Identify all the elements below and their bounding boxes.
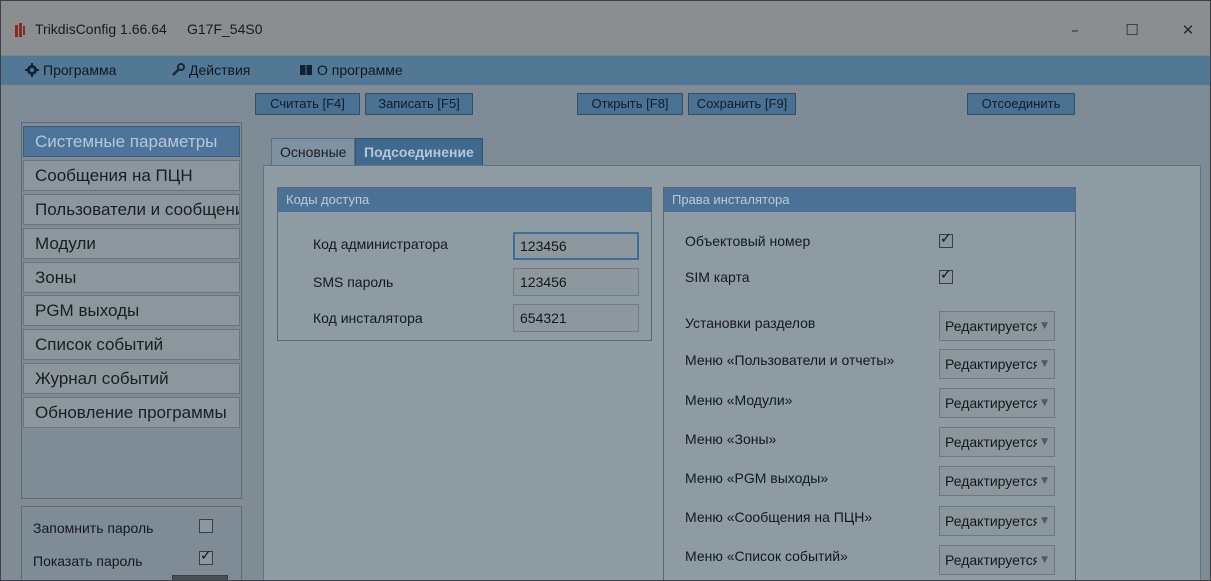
password-options-panel: Запомнить пароль Показать пароль ✓ bbox=[21, 506, 242, 580]
sim-card-checkbox[interactable]: ✓ bbox=[939, 267, 953, 284]
sidebar-item-event-log[interactable]: Журнал событий bbox=[23, 363, 240, 394]
disconnect-button[interactable]: Отсоединить bbox=[967, 93, 1075, 115]
sim-card-label: SIM карта bbox=[685, 269, 750, 285]
modules-menu-label: Меню «Модули» bbox=[685, 392, 793, 408]
users-reports-menu-select[interactable]: Редактируется ▼ bbox=[939, 349, 1055, 379]
cms-messages-menu-label: Меню «Сообщения на ПЦН» bbox=[685, 509, 873, 525]
zones-menu-value: Редактируется bbox=[945, 434, 1037, 450]
sidebar-item-firmware-update[interactable]: Обновление программы bbox=[23, 397, 240, 428]
event-list-menu-select[interactable]: Редактируется ▼ bbox=[939, 545, 1055, 575]
menu-about-label: О программе bbox=[317, 62, 403, 78]
object-number-label: Объектовый номер bbox=[685, 233, 811, 249]
chevron-down-icon: ▼ bbox=[1041, 398, 1048, 408]
pgm-menu-select[interactable]: Редактируется ▼ bbox=[939, 466, 1055, 496]
sms-password-input[interactable] bbox=[513, 268, 639, 296]
cms-messages-menu-select[interactable]: Редактируется ▼ bbox=[939, 506, 1055, 536]
sidebar-item-modules[interactable]: Модули bbox=[23, 228, 240, 259]
app-window: TrikdisConfig 1.66.64 G17F_54S0 – ☐ ✕ Пр… bbox=[0, 0, 1211, 581]
checkmark-icon: ✓ bbox=[940, 267, 952, 283]
sidebar-item-system-parameters[interactable]: Системные параметры bbox=[23, 126, 240, 157]
book-icon bbox=[299, 63, 313, 77]
modules-menu-value: Редактируется bbox=[945, 395, 1037, 411]
chevron-down-icon: ▼ bbox=[1041, 555, 1048, 565]
zones-menu-label: Меню «Зоны» bbox=[685, 431, 777, 447]
sidebar-item-users[interactable]: Пользователи и сообщения bbox=[23, 194, 240, 225]
sidebar-item-cms-messages[interactable]: Сообщения на ПЦН bbox=[23, 160, 240, 191]
users-reports-menu-label: Меню «Пользователи и отчеты» bbox=[685, 352, 895, 368]
remember-password-label: Запомнить пароль bbox=[33, 520, 154, 536]
sidebar-nav: Системные параметры Сообщения на ПЦН Пол… bbox=[21, 122, 242, 499]
show-password-label: Показать пароль bbox=[33, 553, 143, 569]
trikdis-logo-icon bbox=[15, 23, 25, 37]
device-name: G17F_54S0 bbox=[187, 21, 263, 37]
access-codes-group: Коды доступа Код администратора SMS паро… bbox=[277, 187, 652, 341]
menu-program-label: Программа bbox=[43, 62, 117, 78]
minimize-button[interactable]: – bbox=[1058, 17, 1092, 43]
installer-rights-header: Права инсталятора bbox=[664, 188, 1075, 212]
access-codes-header: Коды доступа bbox=[278, 188, 651, 212]
sidebar-item-pgm-outputs[interactable]: PGM выходы bbox=[23, 295, 240, 326]
checkmark-icon: ✓ bbox=[200, 548, 212, 564]
read-button[interactable]: Считать [F4] bbox=[255, 93, 360, 115]
chevron-down-icon: ▼ bbox=[1041, 321, 1048, 331]
chevron-down-icon: ▼ bbox=[1041, 437, 1048, 447]
write-button[interactable]: Записать [F5] bbox=[365, 93, 473, 115]
remember-password-checkbox[interactable] bbox=[199, 519, 213, 533]
zones-menu-select[interactable]: Редактируется ▼ bbox=[939, 427, 1055, 457]
save-button[interactable]: Сохранить [F9] bbox=[688, 93, 796, 115]
menu-about[interactable]: О программе bbox=[299, 62, 403, 78]
partition-settings-select[interactable]: Редактируется ▼ bbox=[939, 311, 1055, 341]
chevron-down-icon: ▼ bbox=[1041, 476, 1048, 486]
show-password-checkbox[interactable]: ✓ bbox=[199, 548, 213, 565]
partition-settings-value: Редактируется bbox=[945, 318, 1037, 334]
installer-code-input[interactable] bbox=[513, 304, 639, 332]
cms-messages-menu-value: Редактируется bbox=[945, 513, 1037, 529]
menu-actions[interactable]: Действия bbox=[171, 62, 250, 78]
gear-icon bbox=[25, 63, 39, 77]
title-bar: TrikdisConfig 1.66.64 G17F_54S0 – ☐ ✕ bbox=[1, 1, 1210, 55]
pgm-menu-value: Редактируется bbox=[945, 473, 1037, 489]
admin-code-input[interactable] bbox=[513, 232, 639, 260]
installer-rights-group: Права инсталятора Объектовый номер ✓ SIM… bbox=[663, 187, 1076, 580]
menu-actions-label: Действия bbox=[189, 62, 251, 78]
event-list-menu-label: Меню «Список событий» bbox=[685, 548, 848, 564]
event-list-menu-value: Редактируется bbox=[945, 552, 1037, 568]
tab-basic[interactable]: Основные bbox=[271, 138, 356, 166]
chevron-down-icon: ▼ bbox=[1041, 359, 1048, 369]
chevron-down-icon: ▼ bbox=[1041, 516, 1048, 526]
maximize-button[interactable]: ☐ bbox=[1115, 17, 1149, 43]
close-button[interactable]: ✕ bbox=[1171, 17, 1205, 43]
sidebar-item-zones[interactable]: Зоны bbox=[23, 262, 240, 293]
modules-menu-select[interactable]: Редактируется ▼ bbox=[939, 388, 1055, 418]
object-number-checkbox[interactable]: ✓ bbox=[939, 231, 953, 248]
partition-settings-label: Установки разделов bbox=[685, 315, 816, 331]
sms-password-label: SMS пароль bbox=[313, 274, 394, 290]
installer-code-label: Код инсталятора bbox=[313, 310, 423, 326]
admin-code-label: Код администратора bbox=[313, 236, 448, 252]
apply-button[interactable] bbox=[172, 575, 228, 580]
menu-bar: Программа Действия О программе bbox=[1, 55, 1210, 85]
users-reports-menu-value: Редактируется bbox=[945, 356, 1037, 372]
wrench-icon bbox=[171, 63, 185, 77]
tab-connection[interactable]: Подсоединение bbox=[355, 138, 483, 166]
checkmark-icon: ✓ bbox=[940, 231, 952, 247]
open-button[interactable]: Открыть [F8] bbox=[577, 93, 683, 115]
sidebar-item-event-list[interactable]: Список событий bbox=[23, 329, 240, 360]
menu-program[interactable]: Программа bbox=[25, 62, 116, 78]
window-title: TrikdisConfig 1.66.64 bbox=[35, 21, 167, 37]
pgm-menu-label: Меню «PGM выходы» bbox=[685, 470, 829, 486]
